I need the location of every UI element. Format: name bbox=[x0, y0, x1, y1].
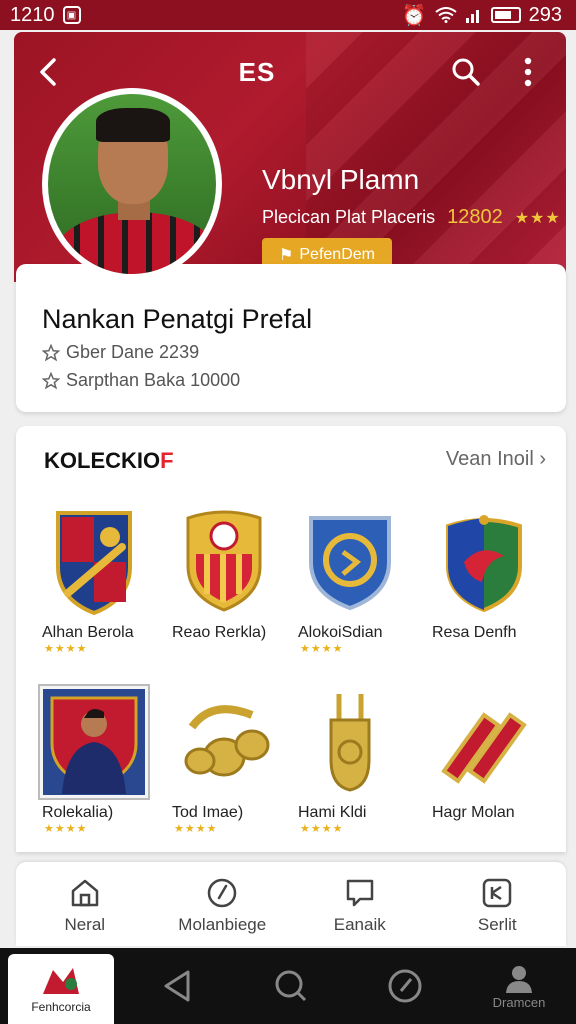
collection-item[interactable]: Reao Rerkla) bbox=[164, 506, 284, 642]
recent-app-thumbnail[interactable]: Fenhcorcia bbox=[8, 954, 114, 1024]
player-card-image bbox=[34, 684, 154, 800]
search-icon bbox=[452, 58, 480, 86]
star-outline-icon bbox=[42, 343, 60, 361]
profile-nav-label: Dramcen bbox=[492, 994, 546, 1010]
pin-icon: ⚑ bbox=[279, 247, 294, 264]
item-rating: ★★★★ bbox=[300, 823, 344, 835]
chevron-right-icon: › bbox=[539, 448, 546, 470]
home-nav-button[interactable] bbox=[261, 969, 321, 1003]
signal-icon bbox=[465, 10, 479, 23]
search-button[interactable] bbox=[446, 52, 486, 92]
alarm-icon: ⏰ bbox=[401, 4, 427, 27]
profile-line-1-text: Gber Dane 2239 bbox=[66, 342, 200, 362]
item-label: Alhan Berola bbox=[42, 624, 134, 641]
battery-icon bbox=[490, 7, 521, 23]
item-rating: ★★★★ bbox=[44, 643, 88, 655]
profile-title: Nankan Penatgi Prefal bbox=[42, 304, 313, 334]
avatar[interactable] bbox=[42, 88, 222, 280]
item-label: Tod Imae) bbox=[172, 804, 244, 821]
item-label: Rolekalia) bbox=[42, 804, 114, 821]
recent-app-label: Fenhcorcia bbox=[31, 1000, 91, 1014]
profile-line-2: Sarpthan Baka 10000 bbox=[42, 370, 240, 391]
item-label: Reao Rerkla) bbox=[172, 624, 267, 641]
crest-image bbox=[164, 506, 284, 618]
nav-label: Neral bbox=[64, 915, 106, 934]
app-logo-icon bbox=[43, 968, 79, 994]
profile-card: Nankan Penatgi Prefal Gber Dane 2239 Sar… bbox=[16, 264, 566, 412]
bottom-navigation: Neral Molanbiege Eanaik Serlit bbox=[16, 862, 566, 946]
nav-item-chat[interactable]: Eanaik bbox=[305, 873, 415, 935]
collection-item[interactable]: Rolekalia) ★★★★ bbox=[34, 684, 154, 835]
collection-item[interactable]: Alhan Berola ★★★★ bbox=[34, 506, 154, 655]
nav-item-home[interactable]: Neral bbox=[30, 873, 140, 935]
crest-image bbox=[290, 506, 410, 618]
collection-title: KOLECKIOF bbox=[44, 448, 174, 474]
collection-item[interactable]: Resa Denfh bbox=[424, 506, 544, 642]
shield-icon bbox=[483, 878, 512, 908]
item-rating: ★★★★ bbox=[174, 823, 218, 835]
item-rating: ★★★★ bbox=[44, 823, 88, 835]
view-all-label: Vean Inoil bbox=[445, 448, 534, 470]
crest-image bbox=[424, 506, 544, 618]
collection-item[interactable]: AlokoiSdian ★★★★ bbox=[290, 506, 410, 655]
clock-icon bbox=[208, 878, 237, 908]
profile-line-2-text: Sarpthan Baka 10000 bbox=[66, 370, 241, 390]
notification-icon: ▣ bbox=[62, 6, 81, 24]
item-rating: ★★★★ bbox=[300, 643, 344, 655]
compass-icon bbox=[388, 969, 422, 1003]
status-bar: 1210 ▣ ⏰ 293 bbox=[0, 0, 576, 30]
item-label: AlokoiSdian bbox=[298, 624, 383, 641]
star-outline-icon bbox=[42, 371, 60, 389]
view-all-link[interactable]: Vean Inoil › bbox=[446, 448, 546, 471]
rating-stars: ★★★ bbox=[514, 209, 561, 227]
player-subtitle: Plecican Plat Placeris bbox=[262, 207, 436, 227]
more-vert-icon bbox=[524, 57, 532, 87]
player-meta: Plecican Plat Placeris 12802 ★★★ bbox=[262, 206, 561, 229]
assistant-nav-button[interactable] bbox=[375, 968, 435, 1004]
collection-item[interactable]: Hagr Molan bbox=[424, 686, 544, 822]
item-label: Hagr Molan bbox=[432, 804, 515, 821]
item-label: Resa Denfh bbox=[432, 624, 517, 641]
back-nav-button[interactable] bbox=[147, 969, 207, 1003]
collection-item[interactable]: Hami Kldi ★★★★ bbox=[290, 686, 410, 835]
app-title: ES bbox=[238, 56, 276, 87]
medal-image bbox=[164, 686, 284, 798]
nav-item-history[interactable]: Molanbiege bbox=[167, 873, 277, 935]
trophy-image bbox=[290, 686, 410, 798]
nav-label: Eanaik bbox=[333, 915, 386, 934]
collection-item[interactable]: Tod Imae) ★★★★ bbox=[164, 686, 284, 835]
collection-title-accent: F bbox=[160, 448, 174, 473]
status-right-text: 293 bbox=[528, 3, 562, 26]
back-arrow-icon bbox=[40, 58, 56, 86]
back-button[interactable] bbox=[28, 52, 68, 92]
nav-label: Molanbiege bbox=[178, 915, 267, 934]
nav-item-settings[interactable]: Serlit bbox=[442, 873, 552, 935]
item-label: Hami Kldi bbox=[298, 804, 367, 821]
wifi-icon bbox=[435, 7, 457, 23]
person-icon bbox=[506, 965, 532, 993]
status-time: 1210 bbox=[10, 3, 55, 26]
player-photo bbox=[48, 94, 216, 274]
player-score: 12802 bbox=[447, 206, 503, 228]
home-icon bbox=[71, 879, 98, 907]
more-options-button[interactable] bbox=[508, 52, 548, 92]
follow-label: PefenDem bbox=[299, 246, 375, 263]
profile-line-1: Gber Dane 2239 bbox=[42, 342, 199, 363]
nav-label: Serlit bbox=[477, 915, 517, 934]
profile-nav-button[interactable]: Dramcen bbox=[489, 963, 549, 1010]
crest-image bbox=[34, 506, 154, 618]
triangle-back-icon bbox=[164, 970, 190, 1002]
system-navigation-bar: Fenhcorcia Dramcen bbox=[0, 948, 576, 1024]
banner-image bbox=[424, 686, 544, 798]
chat-icon bbox=[346, 879, 373, 907]
collection-section: KOLECKIOF Vean Inoil › Alhan Berola ★★★★ bbox=[16, 426, 566, 852]
player-name: Vbnyl Plamn bbox=[262, 164, 420, 195]
search-circle-icon bbox=[275, 970, 307, 1002]
collection-title-text: KOLECKIO bbox=[44, 448, 161, 473]
